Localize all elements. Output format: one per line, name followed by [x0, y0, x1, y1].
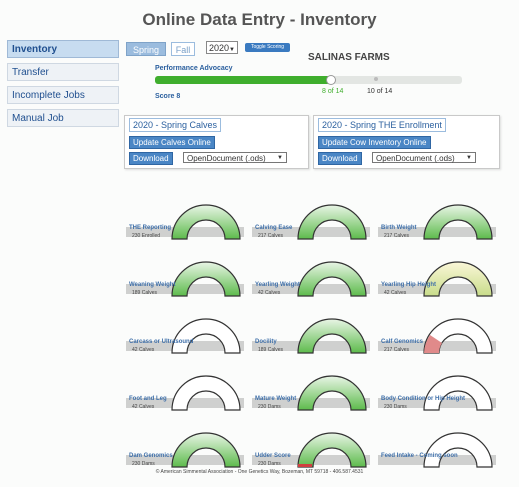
farm-name: SALINAS FARMS	[308, 52, 390, 63]
gauge-dial	[378, 432, 496, 468]
gauge-8: Calf Genomics 217 Calves	[378, 313, 498, 373]
gauge-11: Body Condition or Hip Height 230 Dams	[378, 370, 498, 430]
gauge-label: Body Condition or Hip Height	[381, 396, 465, 402]
progress-current-text: 8 of 14	[322, 88, 344, 95]
gauge-label: Dam Genomics	[129, 453, 173, 459]
gauge-13: Udder Score 230 Dams	[252, 427, 372, 487]
enrollment-panel: 2020 - Spring THE Enrollment Update Cow …	[313, 115, 500, 169]
gauge-label: Udder Score	[255, 453, 291, 459]
page-title: Online Data Entry - Inventory	[142, 10, 377, 29]
progress-marker-target	[374, 77, 379, 81]
gauge-4: Yearling Weight 42 Calves	[252, 256, 372, 316]
year-value: 2020	[209, 43, 230, 53]
chevron-down-icon: ▼	[229, 47, 235, 53]
gauge-count: 189 Calves	[132, 290, 158, 296]
gauge-label: Carcass or Ultrasound	[129, 339, 194, 345]
download-enrollment-button[interactable]: Download	[318, 152, 362, 165]
gauge-1: Calving Ease 217 Calves	[252, 199, 372, 259]
gauge-count: 217 Calves	[384, 347, 410, 353]
gauge-count: 230 Dams	[384, 404, 407, 410]
gauge-count: 217 Calves	[258, 233, 284, 239]
progress-marker-current	[325, 75, 336, 85]
download-calves-button[interactable]: Download	[129, 152, 173, 165]
gauge-label: Birth Weight	[381, 225, 417, 231]
gauge-label: Foot and Leg	[129, 396, 167, 402]
gauge-label: Calf Genomics	[381, 339, 424, 345]
progress-target-text: 10 of 14	[367, 88, 393, 95]
score-label: Score 8	[155, 93, 181, 100]
sidebar-item-transfer[interactable]: Transfer	[7, 63, 119, 81]
gauge-count: 230 Dams	[132, 461, 155, 467]
performance-label: Performance Advocacy	[155, 65, 233, 72]
gauge-3: Weaning Weight 189 Calves	[126, 256, 246, 316]
gauge-12: Dam Genomics 230 Dams	[126, 427, 246, 487]
update-cow-inventory-button[interactable]: Update Cow Inventory Online	[318, 136, 431, 149]
enrollment-format-value: OpenDocument (.ods)	[376, 154, 455, 163]
gauge-count: 42 Calves	[258, 290, 281, 296]
gauge-count: 42 Calves	[384, 290, 407, 296]
gauge-label: Docility	[255, 339, 277, 345]
gauge-count: 230 Dams	[258, 461, 281, 467]
gauge-count: 230 Enrolled	[132, 233, 161, 239]
sidebar-item-inventory[interactable]: Inventory	[7, 40, 119, 58]
progress-bar	[155, 75, 462, 85]
calves-panel: 2020 - Spring Calves Update Calves Onlin…	[124, 115, 309, 169]
chevron-down-icon: ▼	[277, 155, 283, 161]
sidebar-item-incomplete-jobs[interactable]: Incomplete Jobs	[7, 86, 119, 104]
gauge-label: Yearling Hip Height	[381, 282, 437, 288]
gauge-2: Birth Weight 217 Calves	[378, 199, 498, 259]
enrollment-panel-title: 2020 - Spring THE Enrollment	[318, 118, 446, 132]
fall-button[interactable]: Fall	[171, 42, 195, 56]
enrollment-format-select[interactable]: OpenDocument (.ods) ▼	[372, 152, 476, 163]
gauge-label: THE Reporting	[129, 225, 171, 231]
calves-panel-title: 2020 - Spring Calves	[129, 118, 222, 132]
gauge-count: 42 Calves	[132, 347, 155, 353]
gauge-count: 189 Calves	[258, 347, 284, 353]
gauge-10: Mature Weight 230 Dams	[252, 370, 372, 430]
gauge-label: Calving Ease	[255, 225, 293, 231]
gauge-count: 42 Calves	[132, 404, 155, 410]
sidebar-item-manual-job[interactable]: Manual Job	[7, 109, 119, 127]
year-select[interactable]: 2020▼	[206, 41, 238, 54]
spring-button[interactable]: Spring	[126, 42, 166, 56]
gauge-5: Yearling Hip Height 42 Calves	[378, 256, 498, 316]
toggle-scoring-button[interactable]: Toggle Scoring	[245, 43, 290, 52]
gauge-red-tip	[298, 464, 312, 467]
calves-format-value: OpenDocument (.ods)	[187, 154, 266, 163]
gauge-label: Mature Weight	[255, 396, 297, 402]
footer-text: © American Simmental Association - One G…	[155, 469, 364, 475]
gauge-label: Weaning Weight	[129, 282, 176, 288]
gauge-6: Carcass or Ultrasound 42 Calves	[126, 313, 246, 373]
gauge-label: Feed Intake - Coming soon	[381, 453, 458, 459]
update-calves-button[interactable]: Update Calves Online	[129, 136, 215, 149]
chevron-down-icon: ▼	[466, 155, 472, 161]
calves-format-select[interactable]: OpenDocument (.ods) ▼	[183, 152, 287, 163]
gauge-7: Docility 189 Calves	[252, 313, 372, 373]
gauge-9: Foot and Leg 42 Calves	[126, 370, 246, 430]
gauge-0: THE Reporting 230 Enrolled	[126, 199, 246, 259]
gauge-label: Yearling Weight	[255, 282, 300, 288]
gauge-14: Feed Intake - Coming soon	[378, 427, 498, 487]
gauge-count: 217 Calves	[384, 233, 410, 239]
progress-fill	[155, 76, 330, 84]
gauge-count: 230 Dams	[258, 404, 281, 410]
